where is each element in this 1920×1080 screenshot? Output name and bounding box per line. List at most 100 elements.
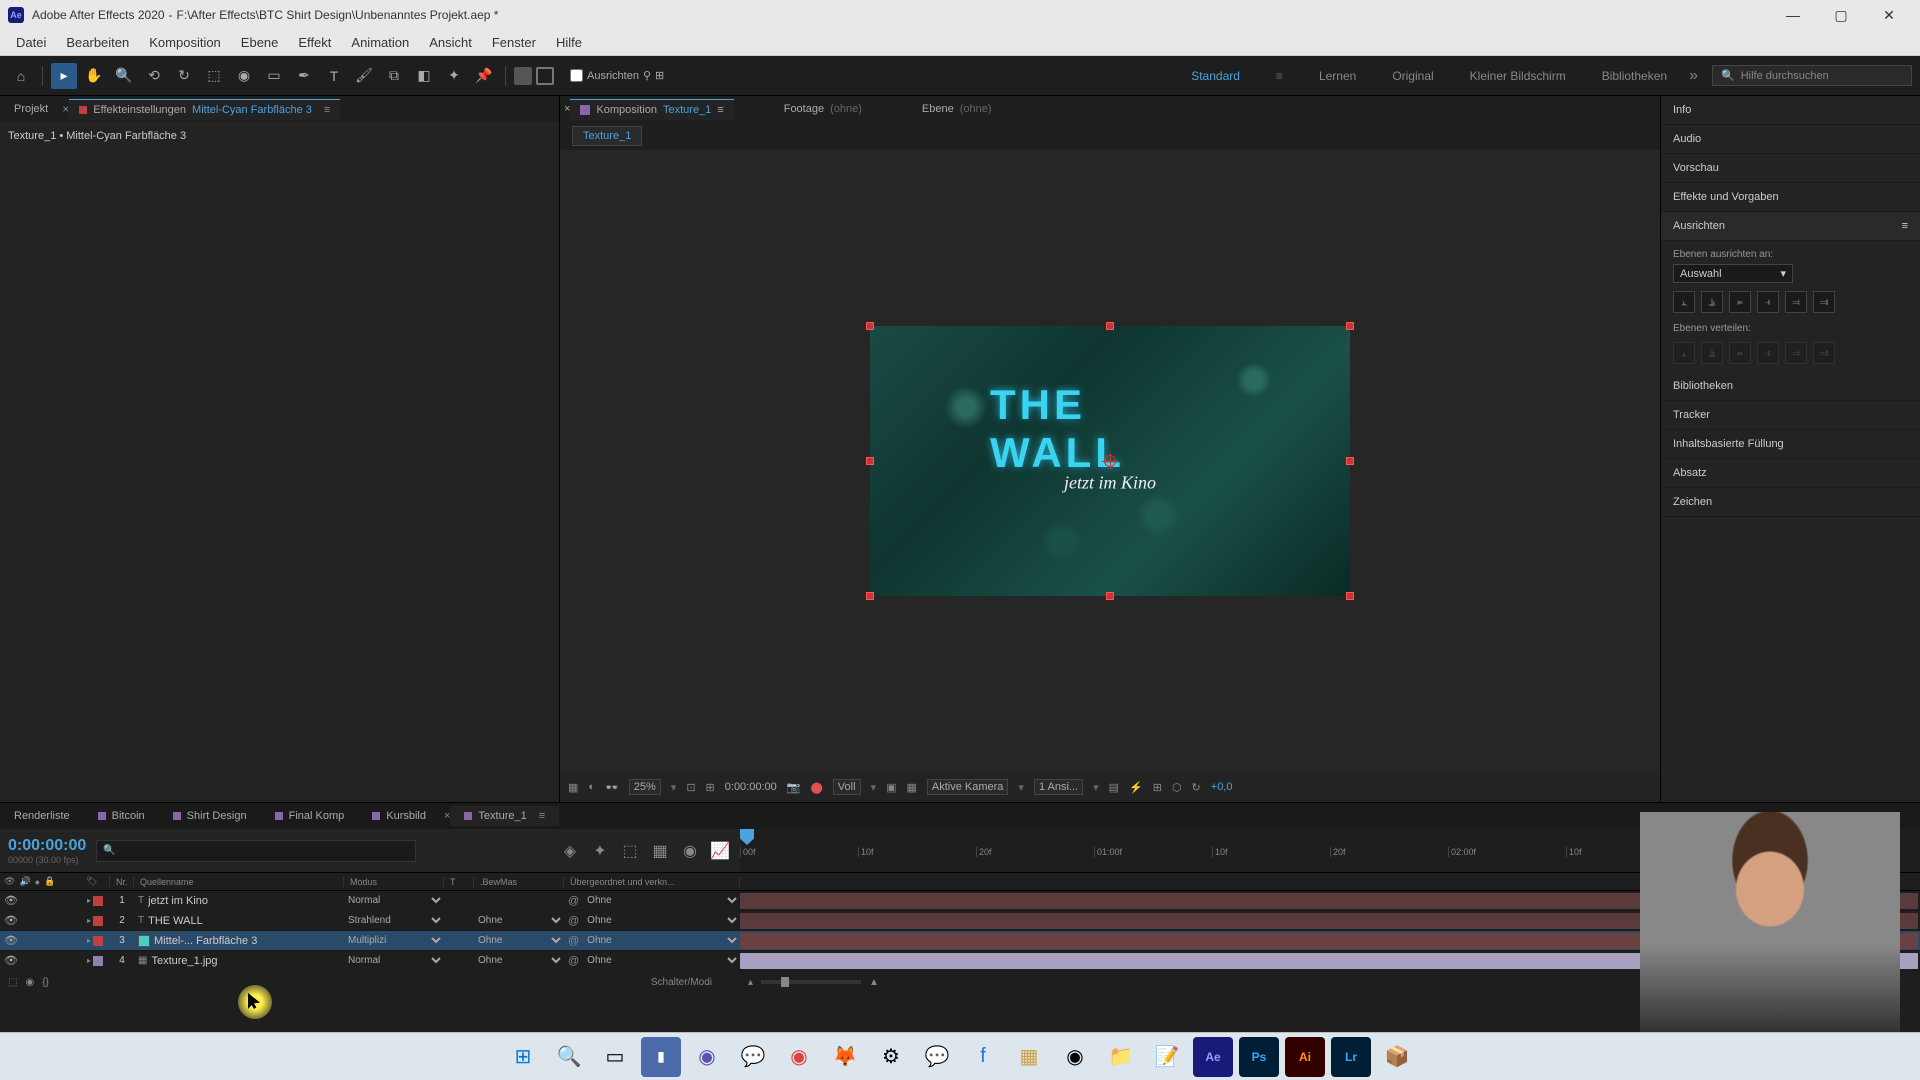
switches-modes-label[interactable]: Schalter/Modi <box>651 977 732 988</box>
selection-handle[interactable] <box>866 322 874 330</box>
visibility-toggle[interactable]: 👁 <box>4 934 18 947</box>
snap-options-icon[interactable]: ⚲ <box>643 69 651 82</box>
visibility-toggle[interactable]: 👁 <box>4 914 18 927</box>
col-audio-icon[interactable]: 🔊 <box>19 876 30 887</box>
visibility-toggle[interactable]: 👁 <box>4 894 18 907</box>
pickwhip-icon[interactable]: @ <box>568 915 579 927</box>
timeline-tab-texture[interactable]: Texture_1≡ <box>450 806 559 826</box>
track-matte-select[interactable]: Ohne <box>474 914 564 927</box>
col-nr[interactable]: Nr. <box>110 877 134 887</box>
channels-icon[interactable]: ⬤ <box>810 781 822 794</box>
taskbar-after-effects[interactable]: Ae <box>1193 1037 1233 1077</box>
col-label[interactable]: 🏷 <box>80 876 110 887</box>
toggle-modes-icon[interactable]: ◉ <box>25 977 34 988</box>
orbit-tool[interactable]: ⟲ <box>141 63 167 89</box>
taskbar-app[interactable]: ▦ <box>1009 1037 1049 1077</box>
transparency-icon[interactable]: ▦ <box>906 781 916 794</box>
layer-name[interactable]: Texture_1.jpg <box>151 955 217 967</box>
col-matte[interactable]: .BewMas <box>474 877 564 887</box>
taskbar-illustrator[interactable]: Ai <box>1285 1037 1325 1077</box>
col-lock-icon[interactable]: 🔒 <box>44 876 55 887</box>
selection-handle[interactable] <box>866 592 874 600</box>
parent-select[interactable]: Ohne <box>583 914 740 927</box>
panel-effekte[interactable]: Effekte und Vorgaben <box>1661 183 1920 212</box>
layer-row[interactable]: 👁 ▸ 3 Mittel-... Farbfläche 3 Multiplizi… <box>0 931 1920 951</box>
region-icon[interactable]: ▣ <box>886 781 896 794</box>
layer-row[interactable]: 👁 ▸ 4 ▦Texture_1.jpg Normal Ohne @Ohne <box>0 951 1920 971</box>
timeline-timecode[interactable]: 0:00:00:00 <box>8 837 86 855</box>
puppet-tool[interactable]: 📌 <box>471 63 497 89</box>
zoom-out-icon[interactable]: ▴ <box>748 977 753 988</box>
panel-zeichen[interactable]: Zeichen <box>1661 488 1920 517</box>
maximize-button[interactable]: ▢ <box>1818 0 1864 30</box>
taskbar-app[interactable]: 📦 <box>1377 1037 1417 1077</box>
comp-breadcrumb[interactable]: Texture_1 <box>572 126 642 146</box>
panel-audio[interactable]: Audio <box>1661 125 1920 154</box>
selection-handle[interactable] <box>1346 457 1354 465</box>
views-dropdown[interactable]: 1 Ansi... <box>1034 779 1083 795</box>
type-tool[interactable]: T <box>321 63 347 89</box>
panel-tracker[interactable]: Tracker <box>1661 401 1920 430</box>
align-to-select[interactable]: Auswahl▾ <box>1673 264 1793 283</box>
taskbar-app[interactable]: 📝 <box>1147 1037 1187 1077</box>
label-swatch[interactable] <box>93 916 103 926</box>
taskbar-messenger[interactable]: 💬 <box>917 1037 957 1077</box>
camera-tool[interactable]: ⬚ <box>201 63 227 89</box>
help-search[interactable]: 🔍 Hilfe durchsuchen <box>1712 65 1912 86</box>
snap-checkbox[interactable] <box>570 69 583 82</box>
frame-blend-icon[interactable]: ▦ <box>648 839 672 863</box>
resolution-icon[interactable]: ⊡ <box>686 781 695 794</box>
align-vcenter-button[interactable]: ⫤ <box>1785 291 1807 313</box>
tab-effekteinstellungen[interactable]: Effekteinstellungen Mittel-Cyan Farbfläc… <box>69 99 340 120</box>
menu-komposition[interactable]: Komposition <box>139 31 231 54</box>
home-button[interactable]: ⌂ <box>8 63 34 89</box>
parent-select[interactable]: Ohne <box>583 934 740 947</box>
track-matte-select[interactable]: Ohne <box>474 954 564 967</box>
selection-handle[interactable] <box>866 457 874 465</box>
pickwhip-icon[interactable]: @ <box>568 935 579 947</box>
zoom-dropdown[interactable]: 25% <box>629 779 661 795</box>
snap-grid-icon[interactable]: ⊞ <box>655 69 664 82</box>
timeline-tab-final[interactable]: Final Komp <box>261 806 359 826</box>
composition-canvas[interactable]: THE WALL jetzt im Kino <box>870 326 1350 596</box>
minimize-button[interactable]: — <box>1770 0 1816 30</box>
panel-info[interactable]: Info <box>1661 96 1920 125</box>
snapshot-icon[interactable]: 📷 <box>787 781 801 794</box>
taskbar-explorer[interactable]: 📁 <box>1101 1037 1141 1077</box>
tab-projekt[interactable]: Projekt <box>4 99 58 119</box>
pixel-aspect-icon[interactable]: ▤ <box>1109 781 1119 794</box>
align-left-button[interactable]: ⫠ <box>1673 291 1695 313</box>
layer-name[interactable]: jetzt im Kino <box>148 895 208 907</box>
twirl-icon[interactable]: ▸ <box>87 956 91 965</box>
track-matte-select[interactable]: Ohne <box>474 934 564 947</box>
align-right-button[interactable]: ⫢ <box>1729 291 1751 313</box>
tab-footage[interactable]: Footage (ohne) <box>774 99 872 119</box>
timeline-icon[interactable]: ⊞ <box>1153 781 1162 794</box>
workspace-biblio[interactable]: Bibliotheken <box>1594 65 1675 87</box>
pen-tool[interactable]: ✒ <box>291 63 317 89</box>
tab-komposition[interactable]: Komposition Texture_1 ≡ <box>570 99 733 120</box>
layer-row[interactable]: 👁 ▸ 2 TTHE WALL Strahlend Ohne @Ohne <box>0 911 1920 931</box>
tab-ebene[interactable]: Ebene (ohne) <box>912 99 1002 119</box>
label-swatch[interactable] <box>93 936 103 946</box>
panel-biblio[interactable]: Bibliotheken <box>1661 372 1920 401</box>
alpha-icon[interactable]: ▦ <box>568 781 578 794</box>
taskbar-lightroom[interactable]: Lr <box>1331 1037 1371 1077</box>
layer-name[interactable]: THE WALL <box>148 915 203 927</box>
timeline-zoom-slider[interactable] <box>761 980 861 984</box>
start-button[interactable]: ⊞ <box>503 1037 543 1077</box>
taskbar-photoshop[interactable]: Ps <box>1239 1037 1279 1077</box>
reset-exposure-icon[interactable]: ↻ <box>1192 781 1201 794</box>
col-solo-icon[interactable]: ● <box>35 877 40 887</box>
selection-handle[interactable] <box>1346 322 1354 330</box>
close-button[interactable]: ✕ <box>1866 0 1912 30</box>
align-top-button[interactable]: ⫣ <box>1757 291 1779 313</box>
grid-icon[interactable]: ⊞ <box>706 781 715 794</box>
align-bottom-button[interactable]: ⫥ <box>1813 291 1835 313</box>
label-swatch[interactable] <box>93 956 103 966</box>
blend-mode-select[interactable]: Normal <box>344 954 444 967</box>
col-parent[interactable]: Übergeordnet und verkn... <box>564 877 740 887</box>
workspace-overflow[interactable]: » <box>1689 67 1698 85</box>
draft-3d-icon[interactable]: ✦ <box>588 839 612 863</box>
taskbar-app[interactable]: ◉ <box>779 1037 819 1077</box>
